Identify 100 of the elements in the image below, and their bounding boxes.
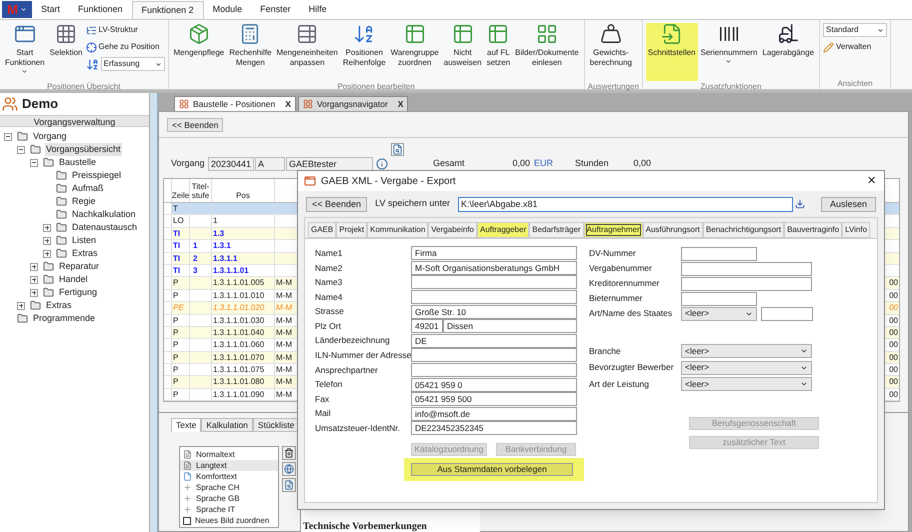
input-field[interactable] [681,276,812,290]
ribbon-button[interactable]: Selektion [48,23,85,81]
expand-icon[interactable] [43,224,51,232]
ribbon-button[interactable]: auf FL setzen [484,23,512,81]
dialog-tab[interactable]: Auftraggeber [476,222,530,238]
tree-item[interactable]: Nachkalkulation [71,208,137,222]
back-button[interactable]: << Beenden [306,196,368,212]
checkbox[interactable] [183,516,191,525]
tree-item[interactable]: Aufmaß [71,182,105,196]
path-field[interactable]: K:\leer\Abgabe.x81 [458,196,793,212]
input-field[interactable]: DE223452352345 [411,421,577,436]
dialog-button[interactable]: Aus Stammdaten vorbelegen [411,462,573,476]
ribbon-button[interactable]: Bilder/Dokumente einlesen [513,23,581,81]
dialog-tab[interactable]: Bedarfsträger [529,222,584,238]
input-field[interactable]: Dissen [443,319,577,334]
ribbon-small-button[interactable]: Gehe zu Position [86,40,165,54]
ribbon-button[interactable]: Lagerabgänge [760,23,816,81]
input-field[interactable] [681,262,812,276]
expand-icon[interactable] [30,276,38,284]
list-item[interactable]: Neues Bild zuordnen [180,515,278,526]
dialog-tab[interactable]: Projekt [336,222,368,238]
collapse-icon[interactable] [4,132,12,140]
menu-tab[interactable]: Fenster [251,1,300,19]
list-item[interactable]: Komforttext [180,471,278,482]
tree-item[interactable]: Extras [45,298,73,312]
view-dropdown[interactable]: Standard [823,23,888,37]
ribbon-button[interactable]: Nicht ausweisen [442,23,484,81]
tree-item[interactable]: Listen [71,234,98,248]
list-item[interactable]: Sprache CH [180,482,278,494]
expand-icon[interactable] [17,302,25,310]
tree-item[interactable]: Datenaustausch [71,220,138,234]
dialog-tab[interactable]: Benachrichtigungsort [702,222,784,238]
read-button[interactable]: Auslesen [820,196,876,212]
ribbon-button[interactable]: Seriennummern [698,23,760,81]
info-icon[interactable] [376,158,388,170]
delete-button[interactable] [282,446,296,460]
document-search-icon[interactable] [391,143,404,156]
collapse-icon[interactable] [30,158,38,166]
list-item[interactable]: Normaltext [180,449,278,460]
ribbon-button[interactable]: Positionen Reihenfolge [340,23,388,81]
dialog-tab[interactable]: LVinfo [842,222,870,238]
preview-button[interactable] [282,478,296,492]
menu-tab[interactable]: Funktionen [69,1,132,19]
document-tab[interactable]: Vorgangsnavigator X [298,96,408,111]
menu-tab[interactable]: Start [32,1,70,19]
back-button[interactable]: << Beenden [167,118,224,132]
ribbon-button[interactable]: Rechenhilfe Mengen [227,23,274,81]
menu-tab[interactable]: Module [204,1,252,19]
dialog-tab[interactable]: Ausführungsort [642,222,703,238]
tree-item[interactable]: Regie [71,194,97,208]
input-field[interactable] [411,290,577,304]
input-field[interactable] [761,306,813,320]
input-field[interactable] [411,348,577,362]
dialog-tab[interactable]: Auftragnehmer [584,222,643,238]
ribbon-button[interactable]: Warengruppe zuordnen [388,23,441,81]
input-field[interactable] [681,246,757,260]
tab[interactable]: Texte [171,418,202,432]
tab[interactable]: Kalkulation [201,418,253,432]
ribbon-button[interactable]: Gewichts- berechnung [588,23,634,81]
ribbon-button[interactable]: Schnittstellen [646,23,698,81]
document-tab[interactable]: Baustelle - Positionen X [174,96,296,111]
dropdown-field[interactable]: <leer> [681,306,757,320]
close-button[interactable]: ✕ [865,172,878,190]
tree-item[interactable]: Vorgang [32,130,68,144]
list-item[interactable]: Sprache IT [180,504,278,516]
add-button[interactable] [282,462,296,476]
input-field[interactable]: Firma [411,246,577,260]
tree-item[interactable]: Fertigung [58,286,98,300]
ribbon-button[interactable]: Start Funktionen [3,23,47,81]
expand-icon[interactable] [43,236,51,244]
input-field[interactable]: 20230441 [208,157,254,171]
input-field[interactable] [411,363,577,378]
list-item[interactable]: Sprache GB [180,493,278,504]
dialog-tab[interactable]: Vergabeinfo [428,222,477,238]
close-icon[interactable]: X [285,98,291,110]
splitter[interactable] [150,93,158,532]
ribbon-small-button[interactable]: LV-Struktur [86,23,165,37]
tree-item[interactable]: Programmende [32,312,96,326]
close-icon[interactable]: X [398,98,404,110]
input-field[interactable]: M-Soft Organisationsberatungs GmbH [411,260,577,275]
tree-item[interactable]: Handel [58,272,89,286]
list-item[interactable]: Langtext [180,460,278,472]
tree-item[interactable]: Reparatur [58,260,100,274]
input-field[interactable] [681,292,757,306]
tree-item[interactable]: Baustelle [58,156,98,170]
menu-tab[interactable]: Funktionen 2 [132,1,204,19]
input-field[interactable]: GAEBtester [286,157,373,171]
input-field[interactable]: A [255,157,285,171]
collapse-icon[interactable] [17,146,25,154]
expand-icon[interactable] [43,250,51,258]
ribbon-button[interactable]: Mengenpflege [172,23,226,81]
download-icon[interactable] [795,198,805,210]
input-field[interactable]: 49201 [411,319,443,334]
tab[interactable]: Stückliste [252,418,300,432]
input-field[interactable]: 05421 959 0 [411,378,577,392]
input-field[interactable]: info@msoft.de [411,406,577,421]
dialog-tab[interactable]: Kommunikation [367,222,428,238]
expand-icon[interactable] [30,288,38,296]
dropdown-field[interactable]: <leer> [681,344,812,358]
input-field[interactable]: Große Str. 10 [411,304,577,319]
